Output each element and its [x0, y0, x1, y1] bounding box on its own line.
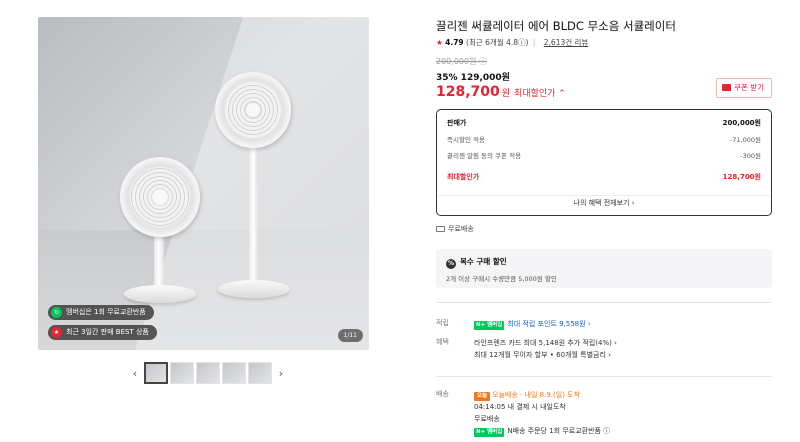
max-price-number: 128,700 — [436, 84, 500, 100]
price-row-coupon: 끌리젠 알림 동의 쿠폰 적용 -300원 — [447, 150, 761, 160]
coupon-button[interactable]: 쿠폰 받기 — [716, 78, 772, 98]
rating-score: 4.79 — [445, 38, 464, 47]
truck-icon — [436, 226, 445, 232]
price-row-value: 128,700원 — [722, 173, 761, 181]
product-image-main[interactable]: ↻ 멤버십은 1회 무료교환반품 ★ 최근 3일간 판매 BEST 상품 1/1… — [38, 17, 369, 350]
npay-membership-badge: N+ 멤버십 — [474, 428, 505, 437]
npay-membership-badge: N+ 멤버십 — [474, 321, 505, 330]
thumbnail-4[interactable] — [222, 362, 246, 384]
percent-icon: % — [446, 259, 456, 269]
best-seller-badge: ★ 최근 3일간 판매 BEST 상품 — [48, 325, 157, 340]
max-price-toggle[interactable]: 최대할인가 ⌃ — [514, 89, 566, 99]
delivery-label: 배송 — [436, 390, 449, 398]
review-count-link[interactable]: 2,613건 리뷰 — [544, 38, 589, 47]
price-row-max: 최대할인가 128,700원 — [447, 172, 761, 182]
delivery-cutoff: 04:14:05 내 결제 시 내일도착 — [474, 403, 566, 411]
section-divider — [436, 302, 772, 303]
multi-buy-title-text: 복수 구매 할인 — [460, 257, 507, 266]
delivery-body: 오늘 오늘배송 · 내일 8.9.(일) 도착 04:14:05 내 결제 시 내… — [474, 389, 610, 437]
benefits-label: 혜택 — [436, 338, 449, 346]
today-delivery-badge: 오늘 — [474, 392, 491, 401]
rating-recent[interactable]: (최근 6개월 4.8ⓘ) — [466, 38, 528, 47]
thumbnail-5[interactable] — [248, 362, 272, 384]
medal-icon: ★ — [51, 327, 62, 338]
price-row-label: 판매가 — [447, 119, 467, 127]
short-fan-illustration — [120, 157, 200, 317]
product-title: 끌리젠 써큘레이터 에어 BLDC 무소음 서큘레이터 — [436, 19, 676, 33]
card-benefit-link[interactable]: 라인프렌즈 카드 최대 5,148원 추가 적립(4%) › — [474, 339, 617, 347]
view-all-benefits-link[interactable]: 나의 혜택 전체보기 › — [437, 198, 771, 208]
membership-badge: ↻ 멤버십은 1회 무료교환반품 — [48, 305, 154, 320]
free-shipping-note: 무료배송 — [436, 224, 474, 234]
installment-benefit-link[interactable]: 최대 12개월 무이자 할부 • 60개월 특별금리 › — [474, 351, 611, 359]
benefits-body: 라인프렌즈 카드 최대 5,148원 추가 적립(4%) › 최대 12개월 무… — [474, 337, 617, 361]
thumbnail-3[interactable] — [196, 362, 220, 384]
price-row-value: 200,000원 — [722, 119, 761, 127]
max-price-unit: 원 — [501, 89, 511, 99]
thumbnail-1[interactable] — [144, 362, 168, 384]
price-box-divider — [437, 195, 771, 196]
discount-price: 35% 129,000원 — [436, 73, 510, 83]
section-divider — [436, 376, 772, 377]
multi-buy-description: 2개 이상 구매시 수량만큼 5,000원 할인 — [446, 275, 557, 283]
price-breakdown-box: 판매가 200,000원 즉시할인 적용 -71,000원 끌리젠 알림 동의 … — [436, 109, 772, 216]
coupon-button-label: 쿠폰 받기 — [734, 83, 764, 92]
image-counter: 1/11 — [337, 329, 363, 342]
delivery-free: 무료배송 — [474, 415, 500, 423]
coupon-icon — [722, 84, 732, 91]
refresh-icon: ↻ — [51, 307, 62, 318]
thumbnail-2[interactable] — [170, 362, 194, 384]
points-label: 적립 — [436, 319, 449, 327]
thumbnail-next-button[interactable]: › — [274, 367, 288, 380]
tall-fan-illustration — [213, 72, 293, 312]
price-row-instant: 즉시할인 적용 -71,000원 — [447, 134, 761, 144]
star-icon: ★ — [436, 38, 443, 47]
best-seller-badge-text: 최근 3일간 판매 BEST 상품 — [66, 328, 149, 336]
multi-buy-discount-box: % 복수 구매 할인 2개 이상 구매시 수량만큼 5,000원 할인 — [436, 249, 772, 288]
multi-buy-title: % 복수 구매 할인 — [446, 256, 507, 269]
today-delivery-text: 오늘배송 · 내일 8.9.(일) 도착 — [492, 391, 581, 399]
max-discount-price[interactable]: 128,700 원 최대할인가 ⌃ — [436, 84, 566, 100]
rating-row: ★ 4.79 (최근 6개월 4.8ⓘ) | 2,613건 리뷰 — [436, 37, 588, 48]
price-row-label: 즉시할인 적용 — [447, 136, 485, 144]
free-return-text[interactable]: N배송 주문당 1회 무료교환반품 ⓘ — [507, 427, 610, 435]
price-row-value: -71,000원 — [729, 136, 761, 144]
original-price: 200,000원 ⓘ — [436, 57, 487, 66]
price-row-sale: 판매가 200,000원 — [447, 118, 761, 128]
rating-separator: | — [532, 38, 536, 47]
price-row-value: -300원 — [740, 152, 761, 160]
price-row-label: 최대할인가 — [447, 173, 480, 181]
thumbnail-prev-button[interactable]: ‹ — [128, 367, 142, 380]
price-row-label: 끌리젠 알림 동의 쿠폰 적용 — [447, 152, 522, 160]
membership-badge-text: 멤버십은 1회 무료교환반품 — [66, 308, 146, 316]
thumbnail-strip: ‹ › — [128, 361, 288, 385]
points-body[interactable]: N+ 멤버십 최대 적립 포인트 9,558원 › — [474, 318, 591, 330]
points-text[interactable]: 최대 적립 포인트 9,558원 › — [507, 320, 590, 328]
free-shipping-text: 무료배송 — [448, 225, 474, 233]
